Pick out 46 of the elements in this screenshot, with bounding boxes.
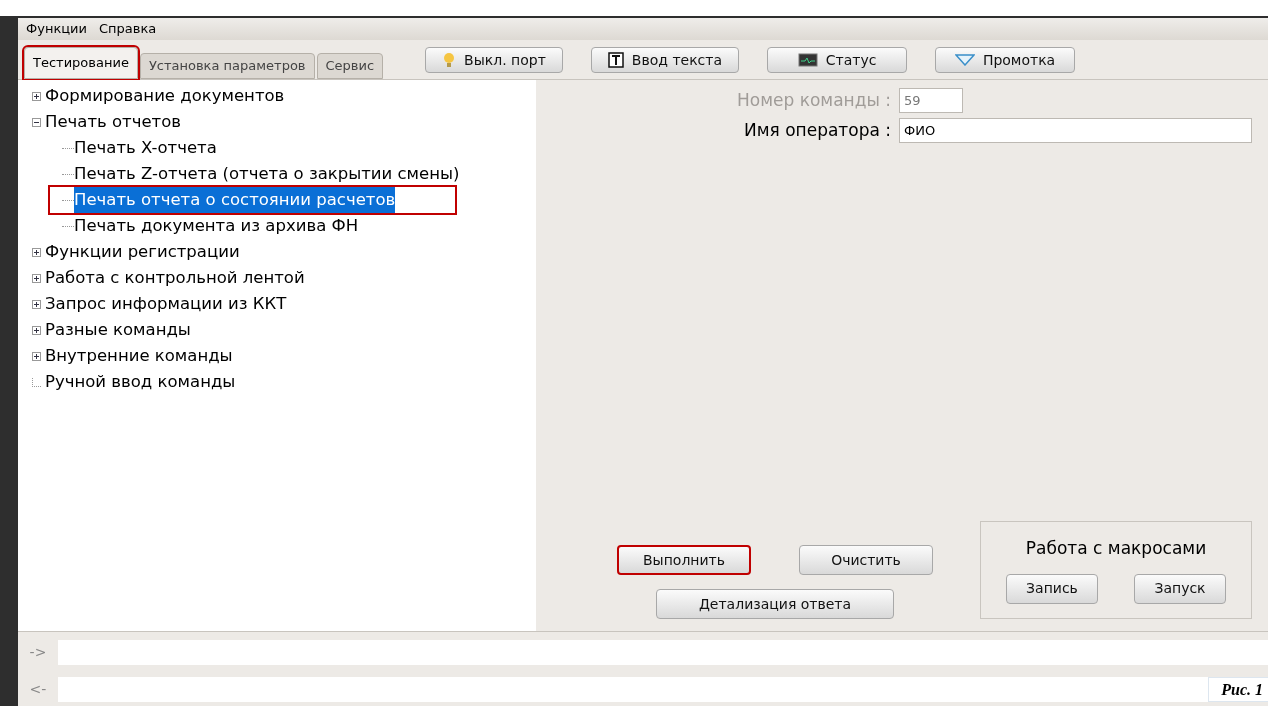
collapse-icon[interactable] bbox=[32, 117, 41, 127]
expand-icon[interactable] bbox=[32, 273, 41, 283]
tree-item[interactable]: Функции регистрации bbox=[45, 239, 240, 265]
tree-item[interactable]: Работа с контрольной лентой bbox=[45, 265, 305, 291]
action-button[interactable]: Выполнить bbox=[617, 545, 751, 575]
tree-item[interactable]: Печать документа из архива ФН bbox=[74, 213, 359, 239]
action-button[interactable]: Детализация ответа bbox=[656, 589, 894, 619]
tab[interactable]: Тестирование bbox=[24, 47, 138, 79]
expand-icon[interactable] bbox=[32, 247, 41, 257]
toolbar-button[interactable]: Выкл. порт bbox=[425, 47, 563, 73]
monitor-icon bbox=[797, 53, 818, 67]
toolbar-button[interactable]: Ввод текста bbox=[590, 47, 740, 73]
tree-item[interactable]: Запрос информации из ККТ bbox=[45, 291, 287, 317]
macro-button[interactable]: Запуск bbox=[1134, 573, 1226, 604]
tree-item[interactable]: Печать отчета о состоянии расчетов bbox=[74, 187, 396, 213]
tree-item[interactable]: Ручной ввод команды bbox=[45, 369, 236, 395]
toolbar-button[interactable]: Статус bbox=[767, 47, 908, 73]
tree-item[interactable]: Формирование документов bbox=[45, 83, 285, 109]
tree-item[interactable]: Печать X-отчета bbox=[74, 135, 217, 161]
tab[interactable]: Сервис bbox=[316, 53, 384, 79]
tree-item[interactable]: Разные команды bbox=[45, 317, 191, 343]
tree-item[interactable]: Печать Z-отчета (отчета о закрытии смены) bbox=[74, 161, 460, 187]
field-label: Номер команды : bbox=[736, 89, 891, 112]
menu-item[interactable]: Функции bbox=[26, 19, 87, 39]
text-icon bbox=[607, 52, 624, 68]
tab[interactable]: Установка параметров bbox=[139, 53, 315, 79]
expand-icon[interactable] bbox=[32, 351, 41, 361]
console-field[interactable]: Рис. 1 bbox=[58, 677, 1268, 702]
lightbulb-icon bbox=[442, 52, 457, 68]
triangle-down-icon bbox=[954, 54, 975, 66]
tree-item[interactable]: Печать отчетов bbox=[45, 109, 182, 135]
prompt-label: <- bbox=[28, 680, 48, 699]
prompt-label: -> bbox=[28, 643, 48, 662]
action-button[interactable]: Очистить bbox=[799, 545, 933, 575]
menu-item[interactable]: Справка bbox=[99, 19, 157, 39]
expand-icon[interactable] bbox=[32, 325, 41, 335]
macros-title: Работа с макросами bbox=[1025, 537, 1207, 560]
expand-icon[interactable] bbox=[32, 299, 41, 309]
toolbar-button[interactable]: Промотка bbox=[935, 47, 1076, 73]
figure-caption: Рис. 1 bbox=[1208, 677, 1268, 702]
field-label: Имя оператора : bbox=[743, 118, 891, 142]
console-field[interactable] bbox=[58, 640, 1268, 665]
tree-item[interactable]: Внутренние команды bbox=[45, 343, 233, 369]
macro-button[interactable]: Запись bbox=[1006, 573, 1098, 604]
text-field[interactable]: ФИО bbox=[899, 117, 1252, 143]
expand-icon[interactable] bbox=[32, 91, 41, 101]
